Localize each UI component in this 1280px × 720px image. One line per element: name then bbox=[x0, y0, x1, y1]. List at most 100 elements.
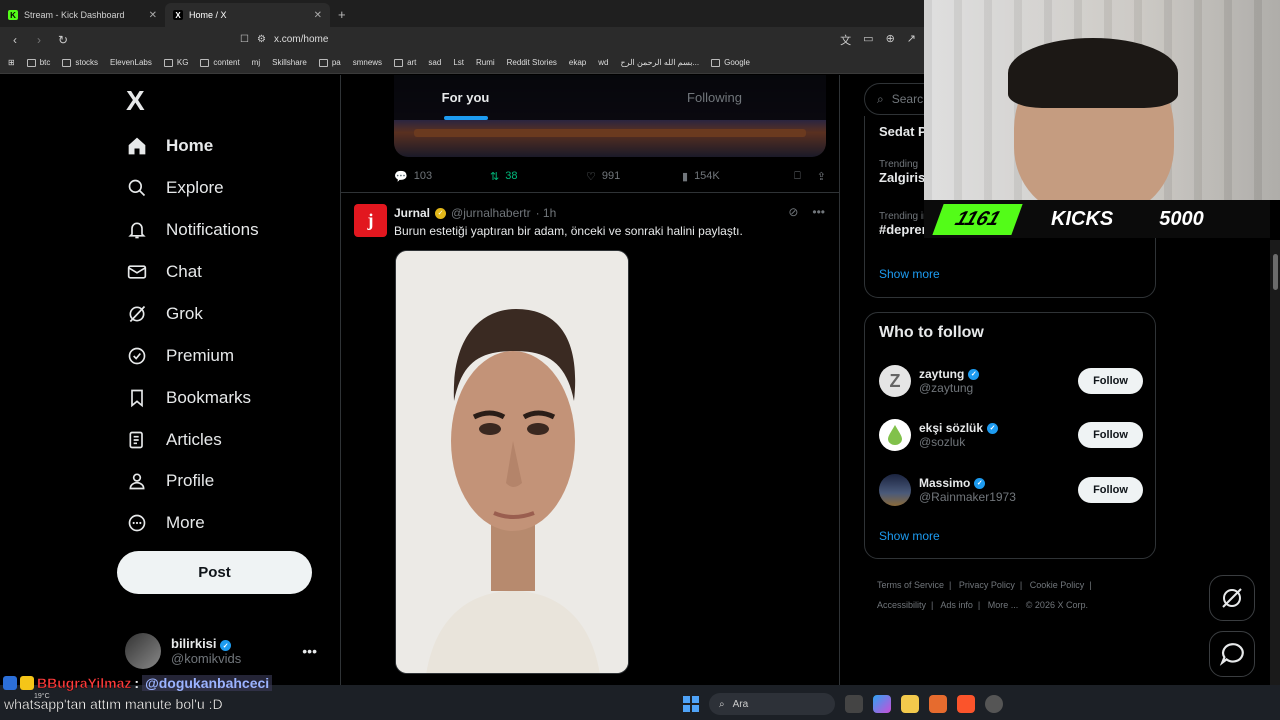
tweet-video[interactable] bbox=[395, 250, 629, 674]
bookmark-item[interactable]: Lst bbox=[453, 58, 464, 67]
bookmark-item[interactable]: smnews bbox=[353, 58, 382, 67]
nav-profile[interactable]: Profile bbox=[126, 470, 214, 492]
bookmark-item[interactable]: Skillshare bbox=[272, 58, 307, 67]
chat-fab-button[interactable] bbox=[1209, 631, 1255, 677]
follow-suggestion[interactable]: Massimo ✓ @Rainmaker1973 Follow bbox=[879, 472, 1143, 508]
bookmark-star-icon[interactable]: ☐ bbox=[240, 34, 249, 45]
grok-icon[interactable]: ⊘ bbox=[788, 205, 798, 219]
tab-kick-dashboard[interactable]: K Stream - Kick Dashboard ✕ bbox=[0, 3, 165, 27]
follow-button[interactable]: Follow bbox=[1078, 477, 1143, 503]
file-explorer-icon[interactable] bbox=[901, 695, 919, 713]
bookmark-icon[interactable]: ⎕ bbox=[794, 170, 801, 183]
bookmark-item[interactable]: art bbox=[394, 58, 416, 67]
site-info-icon[interactable]: ⚙ bbox=[257, 34, 266, 45]
suggestion-handle: @sozluk bbox=[919, 435, 966, 449]
bookmark-item[interactable]: Rumi bbox=[476, 58, 495, 67]
x-logo-icon[interactable]: X bbox=[126, 85, 145, 117]
scrollbar[interactable] bbox=[1270, 240, 1280, 685]
follow-button[interactable]: Follow bbox=[1078, 422, 1143, 448]
nav-grok[interactable]: Grok bbox=[126, 303, 203, 325]
bookmark-label: بسم الله الرحمن الرح... bbox=[620, 58, 700, 67]
bookmark-item[interactable]: sad bbox=[428, 58, 441, 67]
nav-premium[interactable]: Premium bbox=[126, 345, 234, 367]
who-to-follow-panel: Who to follow Z zaytung ✓ @zaytung Follow… bbox=[864, 312, 1156, 559]
windows-start-icon[interactable] bbox=[683, 696, 699, 712]
trend-item[interactable]: Trending Zalgiris bbox=[879, 159, 925, 185]
close-tab-icon[interactable]: ✕ bbox=[149, 10, 157, 21]
chat-message: whatsapp'tan attım manute bol'u :D bbox=[4, 696, 223, 712]
account-switcher[interactable]: bilirkisi ✓ @komikvids ••• bbox=[125, 631, 325, 671]
bookmark-item[interactable]: ElevenLabs bbox=[110, 58, 152, 67]
nav-home[interactable]: Home bbox=[126, 135, 213, 157]
trends-show-more-link[interactable]: Show more bbox=[879, 267, 940, 281]
footer-link[interactable]: Cookie Policy bbox=[1030, 580, 1085, 590]
close-tab-icon[interactable]: ✕ bbox=[314, 10, 322, 21]
task-view-icon[interactable] bbox=[845, 695, 863, 713]
url-text: x.com/home bbox=[273, 34, 329, 45]
tab-home-x[interactable]: X Home / X ✕ bbox=[165, 3, 330, 27]
bookmark-item[interactable]: content bbox=[200, 58, 240, 67]
footer-link[interactable]: Privacy Policy bbox=[959, 580, 1015, 590]
post-button[interactable]: Post bbox=[117, 551, 312, 594]
translate-icon[interactable]: 文 bbox=[840, 32, 851, 48]
jurnal-avatar[interactable]: j bbox=[354, 204, 387, 237]
repost-button[interactable]: ⇅ 38 bbox=[490, 170, 586, 183]
folder-icon bbox=[26, 58, 36, 67]
bookmark-item[interactable]: KG bbox=[163, 58, 188, 67]
footer-link[interactable]: Accessibility bbox=[877, 600, 926, 610]
tab-following[interactable]: Following bbox=[590, 75, 839, 120]
grok-fab-button[interactable] bbox=[1209, 575, 1255, 621]
bookmark-item[interactable]: btc bbox=[26, 58, 50, 67]
footer-link[interactable]: More ... bbox=[988, 600, 1019, 610]
nav-chat[interactable]: Chat bbox=[126, 261, 202, 283]
follow-button[interactable]: Follow bbox=[1078, 368, 1143, 394]
taskbar-search[interactable]: ⌕ Ara bbox=[709, 693, 835, 715]
nav-bookmarks[interactable]: Bookmarks bbox=[126, 387, 251, 409]
bookmark-item[interactable]: Reddit Stories bbox=[507, 58, 557, 67]
account-name: bilirkisi ✓ bbox=[171, 636, 241, 652]
bookmark-item[interactable]: mj bbox=[252, 58, 260, 67]
tweet-time[interactable]: · 1h bbox=[536, 206, 557, 220]
obs-icon[interactable] bbox=[985, 695, 1003, 713]
verified-icon: ✓ bbox=[974, 477, 986, 489]
follow-suggestion[interactable]: Z zaytung ✓ @zaytung Follow bbox=[879, 363, 1143, 399]
nav-more[interactable]: More bbox=[126, 512, 205, 534]
more-dots-icon[interactable]: ••• bbox=[812, 205, 825, 219]
tweet-author-name[interactable]: Jurnal bbox=[394, 206, 430, 220]
bookmark-item[interactable]: بسم الله الرحمن الرح... bbox=[621, 58, 700, 67]
url-field[interactable]: ☐ ⚙ x.com/home bbox=[240, 34, 830, 45]
tab-for-you[interactable]: For you bbox=[341, 75, 590, 120]
views-button[interactable]: ▮ 154K bbox=[682, 170, 782, 183]
zoom-icon[interactable]: ⊕ bbox=[886, 32, 895, 48]
bookmark-item[interactable]: stocks bbox=[62, 58, 98, 67]
footer-link[interactable]: Terms of Service bbox=[877, 580, 944, 590]
like-button[interactable]: ♡ 991 bbox=[586, 170, 682, 183]
bookmarks-bar: ⊞ btc stocks ElevenLabs KG content mj Sk… bbox=[0, 52, 924, 74]
nav-notifications[interactable]: Notifications bbox=[126, 219, 259, 241]
share-icon[interactable]: ⇪ bbox=[817, 170, 826, 183]
apps-icon[interactable]: ⊞ bbox=[8, 58, 15, 67]
nav-explore[interactable]: Explore bbox=[126, 177, 224, 199]
bookmark-item[interactable]: ekap bbox=[569, 58, 586, 67]
snipping-tool-icon[interactable] bbox=[929, 695, 947, 713]
back-icon[interactable]: ‹ bbox=[8, 33, 22, 47]
footer-link[interactable]: Ads info bbox=[940, 600, 973, 610]
who-to-follow-show-more-link[interactable]: Show more bbox=[879, 529, 940, 543]
bookmark-item[interactable]: wd bbox=[598, 58, 608, 67]
new-tab-icon[interactable]: + bbox=[330, 7, 354, 27]
tweet-author-handle[interactable]: @jurnalhabertr bbox=[451, 206, 531, 220]
trend-item[interactable]: Sedat P bbox=[879, 124, 927, 139]
more-dots-icon[interactable]: ••• bbox=[302, 643, 317, 659]
bookmark-item[interactable]: Google bbox=[711, 58, 750, 67]
reply-button[interactable]: 💬 103 bbox=[394, 170, 490, 183]
forward-icon[interactable]: › bbox=[32, 33, 46, 47]
nav-articles[interactable]: Articles bbox=[126, 429, 222, 451]
cast-icon[interactable]: ▭ bbox=[863, 32, 873, 48]
follow-suggestion[interactable]: ekşi sözlük ✓ @sozluk Follow bbox=[879, 417, 1143, 453]
brave-browser-icon[interactable] bbox=[957, 695, 975, 713]
scrollbar-thumb[interactable] bbox=[1273, 254, 1278, 290]
bookmark-item[interactable]: pa bbox=[318, 58, 341, 67]
share-icon[interactable]: ↗ bbox=[907, 32, 916, 48]
copilot-icon[interactable] bbox=[873, 695, 891, 713]
reload-icon[interactable]: ↻ bbox=[56, 33, 70, 47]
